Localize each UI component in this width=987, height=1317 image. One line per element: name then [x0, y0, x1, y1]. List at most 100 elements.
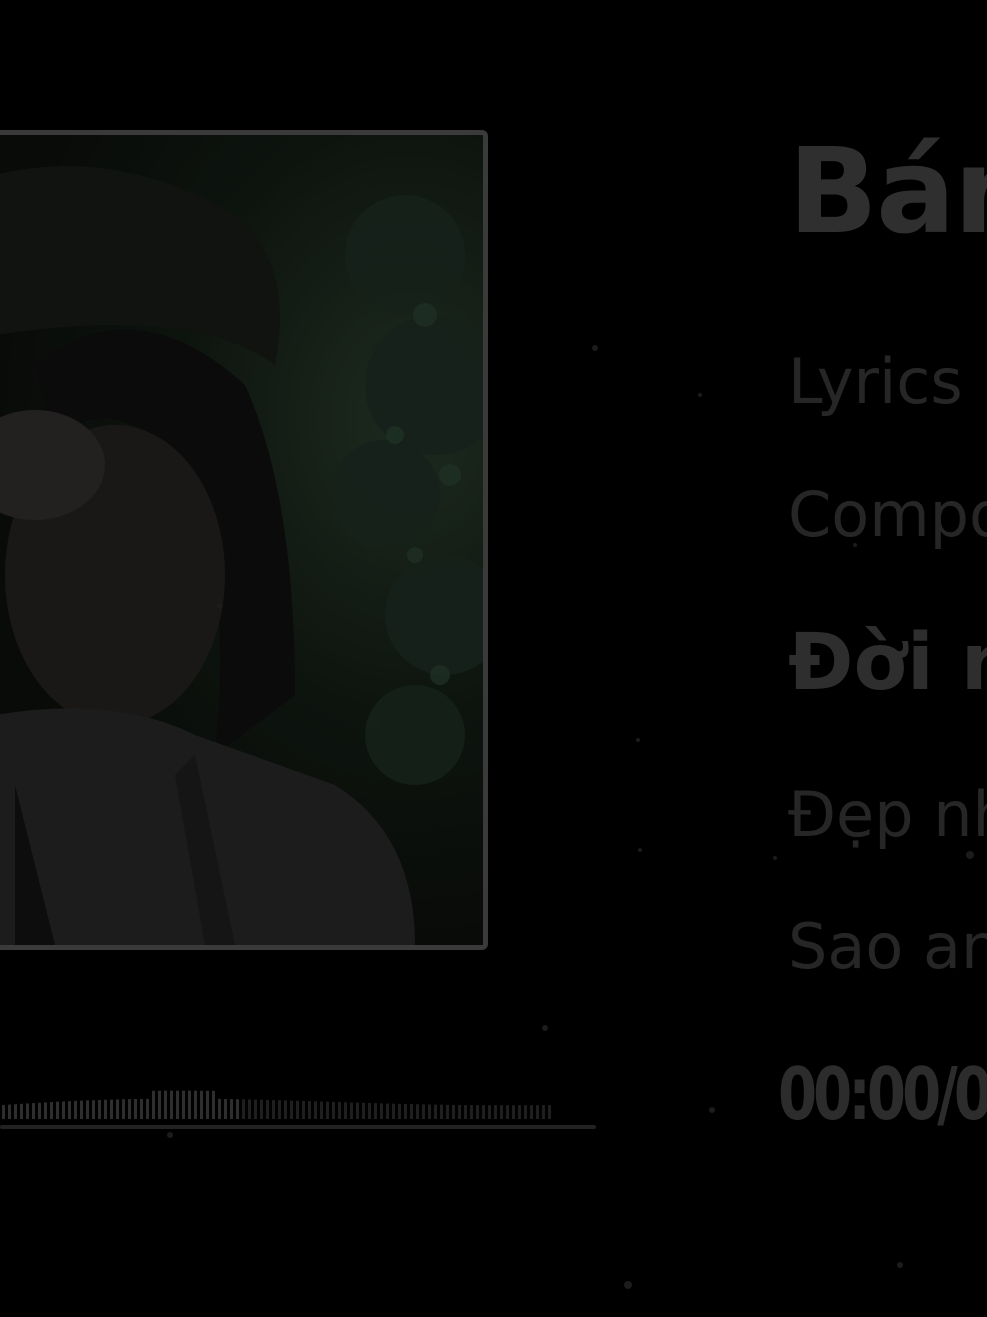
- waveform-bar: [194, 1090, 197, 1119]
- waveform-bar: [494, 1105, 497, 1119]
- waveform-bar: [404, 1103, 407, 1119]
- waveform-bar: [272, 1100, 275, 1119]
- waveform-bar: [350, 1102, 353, 1119]
- waveform-bar: [290, 1100, 293, 1119]
- waveform-bar: [230, 1099, 233, 1119]
- waveform-bar: [50, 1102, 53, 1119]
- waveform-bar: [284, 1100, 287, 1119]
- waveform-bar: [296, 1100, 299, 1119]
- time-display: 00:00/0: [778, 1052, 987, 1136]
- waveform-bar: [320, 1101, 323, 1119]
- waveform-bar: [110, 1099, 113, 1119]
- waveform-bar: [98, 1099, 101, 1119]
- waveform-bar: [44, 1102, 47, 1119]
- waveform-bar: [62, 1101, 65, 1119]
- waveform-bar: [8, 1104, 11, 1119]
- waveform-bar: [170, 1090, 173, 1119]
- waveform-bar: [80, 1100, 83, 1119]
- waveform-bar: [392, 1103, 395, 1119]
- waveform-bar: [500, 1105, 503, 1119]
- waveform-bar: [152, 1090, 155, 1119]
- waveform-bar: [176, 1090, 179, 1119]
- waveform-bar: [158, 1090, 161, 1119]
- waveform-bar: [164, 1090, 167, 1119]
- waveform-bar: [314, 1101, 317, 1119]
- waveform-bar: [536, 1105, 539, 1119]
- waveform-bar: [356, 1102, 359, 1119]
- waveform-bar: [470, 1105, 473, 1119]
- waveform-bar: [122, 1099, 125, 1119]
- waveform-bar: [146, 1098, 149, 1119]
- waveform-bar: [524, 1105, 527, 1119]
- lyric-line-4: Đẹp nh: [788, 778, 987, 851]
- waveform-bar: [104, 1099, 107, 1119]
- waveform-bar: [260, 1099, 263, 1119]
- waveform-bar: [380, 1103, 383, 1119]
- waveform-bar: [308, 1101, 311, 1119]
- waveform-bar: [542, 1105, 545, 1119]
- waveform-bar: [374, 1103, 377, 1119]
- waveform-bar: [248, 1099, 251, 1119]
- waveform-bar: [56, 1101, 59, 1119]
- waveform-bar: [128, 1099, 131, 1119]
- waveform-bar: [410, 1104, 413, 1119]
- cover-photo-illustration: [0, 166, 483, 945]
- waveform-bar: [134, 1099, 137, 1119]
- waveform-visualizer[interactable]: [0, 1075, 600, 1145]
- waveform-bar: [476, 1105, 479, 1119]
- waveform-bar: [242, 1099, 245, 1119]
- lyric-line-1: Lyrics B: [788, 345, 987, 418]
- waveform-bar: [386, 1103, 389, 1119]
- music-player: Bán Lyrics B Compo Đời n Đẹp nh Sao an 0…: [0, 0, 987, 1317]
- waveform-bar: [422, 1104, 425, 1119]
- waveform-bar: [32, 1103, 35, 1119]
- waveform-bar: [440, 1104, 443, 1119]
- waveform-bar: [236, 1099, 239, 1119]
- waveform-bar: [92, 1100, 95, 1119]
- waveform-bar: [224, 1099, 227, 1119]
- waveform-bar: [218, 1098, 221, 1119]
- waveform-bar: [530, 1105, 533, 1119]
- waveform-bar: [206, 1090, 209, 1119]
- waveform-bar: [182, 1090, 185, 1119]
- waveform-bar: [332, 1101, 335, 1119]
- waveform-bar: [488, 1105, 491, 1119]
- waveform-bar: [458, 1104, 461, 1119]
- progress-track[interactable]: [0, 1125, 596, 1129]
- waveform-bar: [74, 1100, 77, 1119]
- waveform-bar: [416, 1104, 419, 1119]
- waveform-bar: [368, 1102, 371, 1119]
- waveform-bar: [506, 1105, 509, 1119]
- waveform-bar: [482, 1105, 485, 1119]
- waveform-bar: [326, 1101, 329, 1119]
- waveform-bar: [86, 1100, 89, 1119]
- waveform-bar: [68, 1101, 71, 1119]
- waveform-bar: [188, 1090, 191, 1119]
- waveform-bar: [278, 1100, 281, 1119]
- waveform-bar: [266, 1099, 269, 1119]
- waveform-bar: [344, 1102, 347, 1119]
- waveform-bar: [452, 1104, 455, 1119]
- waveform-bar: [2, 1105, 5, 1119]
- waveform-bar: [20, 1103, 23, 1119]
- waveform-bar: [140, 1098, 143, 1119]
- waveform-bar: [398, 1103, 401, 1119]
- waveform-bar: [428, 1104, 431, 1119]
- waveform-bar: [362, 1102, 365, 1119]
- waveform-bar: [254, 1099, 257, 1119]
- lyric-line-active: Đời n: [788, 618, 987, 708]
- album-cover-image: [0, 130, 488, 950]
- waveform-bar: [512, 1105, 515, 1119]
- waveform-bar: [548, 1105, 551, 1119]
- waveform-bar: [38, 1102, 41, 1119]
- waveform-bar: [26, 1103, 29, 1119]
- waveform-bar: [116, 1099, 119, 1119]
- waveform-bar: [434, 1104, 437, 1119]
- waveform-bar: [338, 1102, 341, 1119]
- lyric-line-2: Compo: [788, 478, 987, 551]
- waveform-bar: [14, 1104, 17, 1119]
- lyric-line-5: Sao an: [788, 910, 987, 983]
- waveform-bar: [464, 1105, 467, 1119]
- waveform-bar: [200, 1090, 203, 1119]
- waveform-bar: [302, 1100, 305, 1119]
